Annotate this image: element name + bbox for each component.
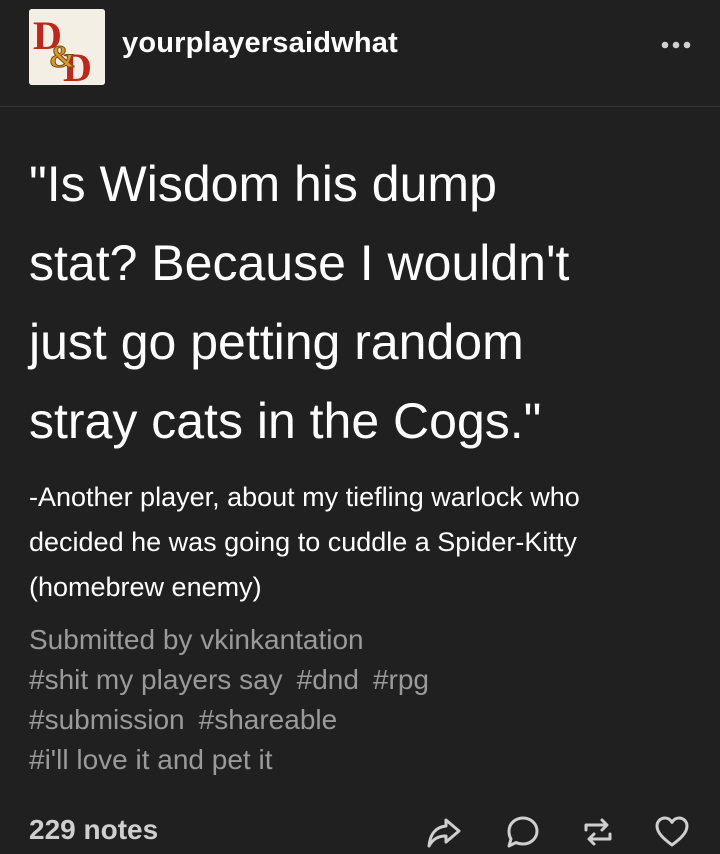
reply-icon[interactable]: [505, 814, 541, 850]
quote-line: stat? Because I wouldn't: [29, 235, 570, 291]
submitted-by: Submitted by vkinkantation: [29, 624, 364, 655]
tag-ill-love-it[interactable]: #i'll love it and pet it: [29, 744, 272, 775]
post-footer: 229 notes: [0, 800, 720, 854]
post-header: D D & yourplayersaidwhat: [0, 0, 720, 107]
share-icon[interactable]: [426, 814, 462, 850]
more-options-icon[interactable]: [658, 33, 694, 57]
svg-text:&: &: [49, 38, 76, 74]
dnd-ampersand-logo-icon: D D &: [29, 9, 105, 85]
quote-line: just go petting random: [29, 314, 524, 370]
tag-rpg[interactable]: #rpg: [373, 664, 429, 695]
tag-shareable[interactable]: #shareable: [199, 704, 338, 735]
reblog-icon[interactable]: [580, 814, 616, 850]
blog-avatar[interactable]: D D &: [29, 9, 105, 85]
body-line: decided he was going to cuddle a Spider-…: [29, 527, 577, 557]
like-icon[interactable]: [654, 814, 690, 850]
post-body: -Another player, about my tiefling warlo…: [29, 475, 699, 610]
blog-name[interactable]: yourplayersaidwhat: [122, 27, 398, 60]
body-line: (homebrew enemy): [29, 572, 262, 602]
post-tags: Submitted by vkinkantation #shit my play…: [29, 620, 699, 780]
tag-shit-my-players-say[interactable]: #shit my players say: [29, 664, 283, 695]
quote-line: stray cats in the Cogs.": [29, 393, 542, 449]
body-line: -Another player, about my tiefling warlo…: [29, 482, 580, 512]
tag-dnd[interactable]: #dnd: [297, 664, 359, 695]
quote-line: "Is Wisdom his dump: [29, 156, 497, 212]
post-quote: "Is Wisdom his dump stat? Because I woul…: [29, 145, 699, 461]
tag-submission[interactable]: #submission: [29, 704, 185, 735]
notes-count[interactable]: 229 notes: [29, 814, 158, 846]
